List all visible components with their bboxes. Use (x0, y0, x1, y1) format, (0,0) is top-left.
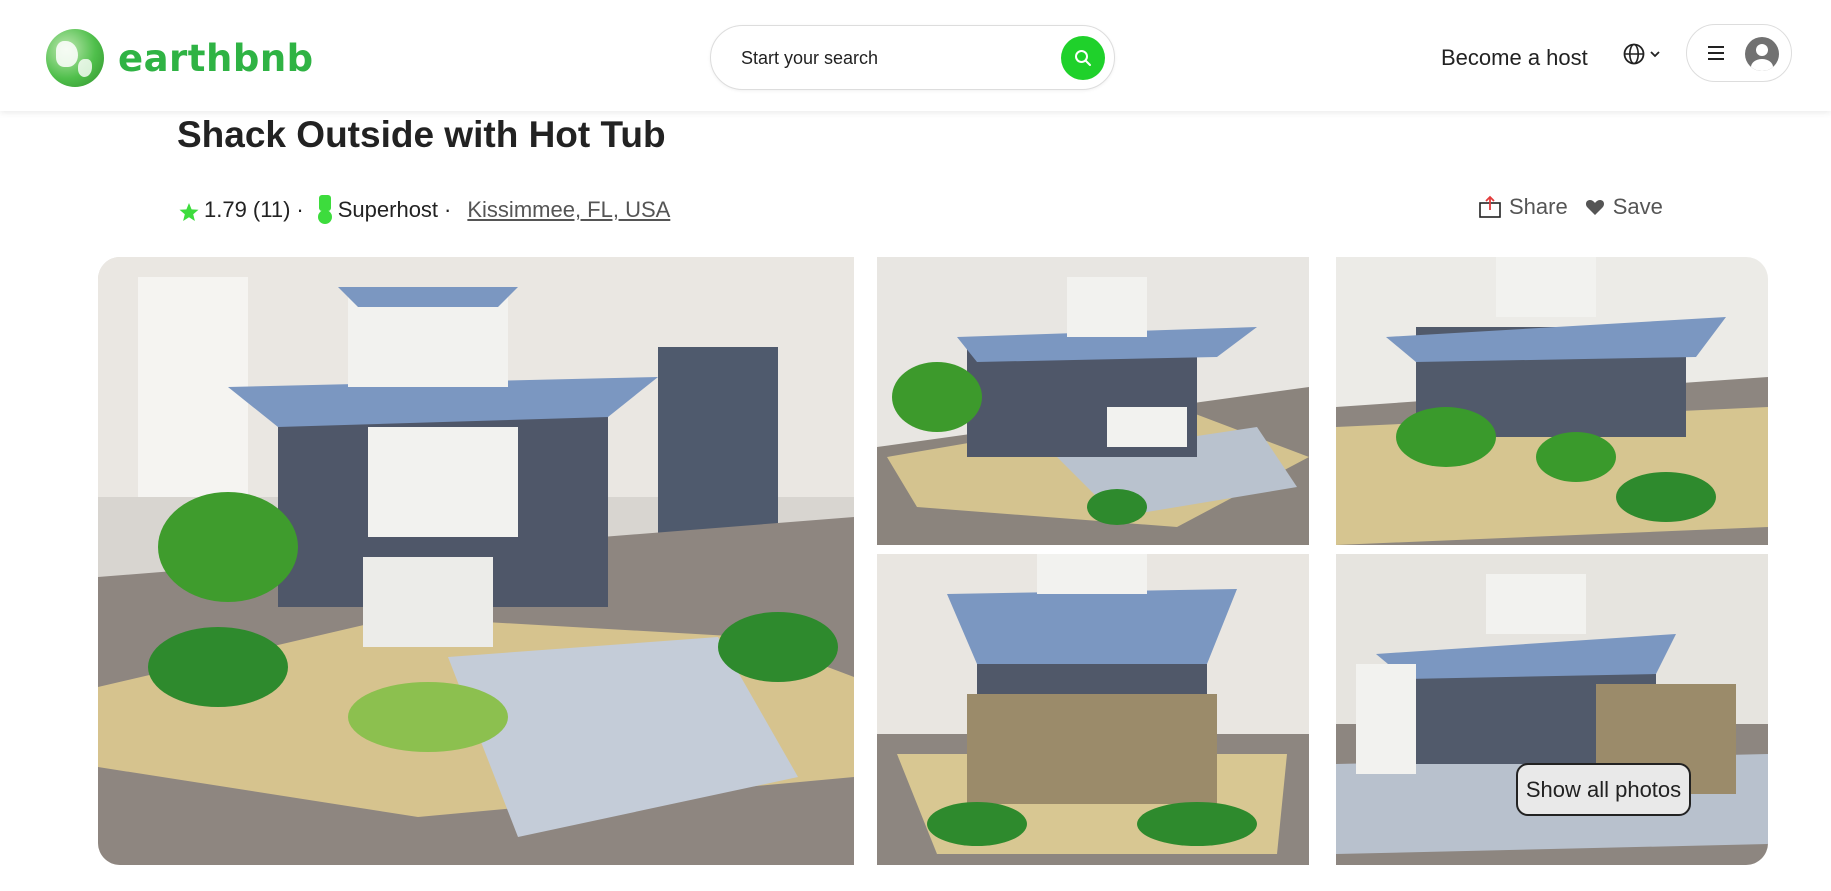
star-icon (179, 203, 199, 221)
lego-house-garage-view (877, 257, 1309, 545)
chevron-down-icon (1650, 51, 1660, 58)
separator-dot: · (444, 197, 452, 222)
rating-text[interactable]: 1.79 (11) (204, 197, 290, 223)
globe-logo-icon (46, 29, 104, 87)
hamburger-menu-icon (1708, 46, 1724, 60)
show-all-photos-button[interactable]: Show all photos (1516, 763, 1691, 816)
save-button[interactable]: Save (1584, 194, 1663, 220)
heart-icon (1585, 199, 1604, 215)
language-button[interactable] (1622, 40, 1670, 68)
listing-meta-row: 1.79 (11) · Superhost · Kissimmee, FL, U… (178, 194, 670, 226)
top-nav-bar: earthbnb Start your search Become a host (0, 0, 1831, 111)
search-button[interactable] (1061, 36, 1105, 80)
search-bar[interactable]: Start your search (710, 25, 1115, 90)
lego-house-side-view (1336, 554, 1768, 865)
photo-bottom-right[interactable] (1336, 554, 1768, 865)
lego-house-back-deck-view (877, 554, 1309, 865)
user-avatar-icon (1745, 37, 1779, 71)
listing-title: Shack Outside with Hot Tub (177, 114, 666, 155)
photo-top-right[interactable] (1336, 257, 1768, 545)
share-button[interactable]: Share (1478, 194, 1568, 220)
separator-dot: · (296, 197, 304, 222)
share-icon (1479, 195, 1501, 218)
save-label: Save (1612, 194, 1663, 219)
photo-main[interactable] (98, 257, 854, 865)
superhost-badge-icon (317, 195, 332, 224)
become-a-host-link[interactable]: Become a host (1441, 45, 1588, 71)
search-icon (1075, 50, 1091, 66)
lego-house-rear-view (1336, 257, 1768, 545)
globe-icon (1623, 43, 1645, 65)
search-placeholder[interactable]: Start your search (741, 48, 878, 69)
photo-bottom-middle[interactable] (877, 554, 1309, 865)
share-label: Share (1509, 194, 1568, 219)
listing-actions: Share Save (1478, 194, 1679, 220)
user-menu-button[interactable] (1686, 24, 1792, 82)
earthbnb-logo[interactable]: earthbnb (46, 29, 314, 87)
superhost-label: Superhost (337, 197, 439, 222)
location-link[interactable]: Kissimmee, FL, USA (467, 197, 670, 223)
photo-top-middle[interactable] (877, 257, 1309, 545)
logo-text: earthbnb (118, 36, 314, 80)
lego-house-front-view (98, 257, 854, 865)
